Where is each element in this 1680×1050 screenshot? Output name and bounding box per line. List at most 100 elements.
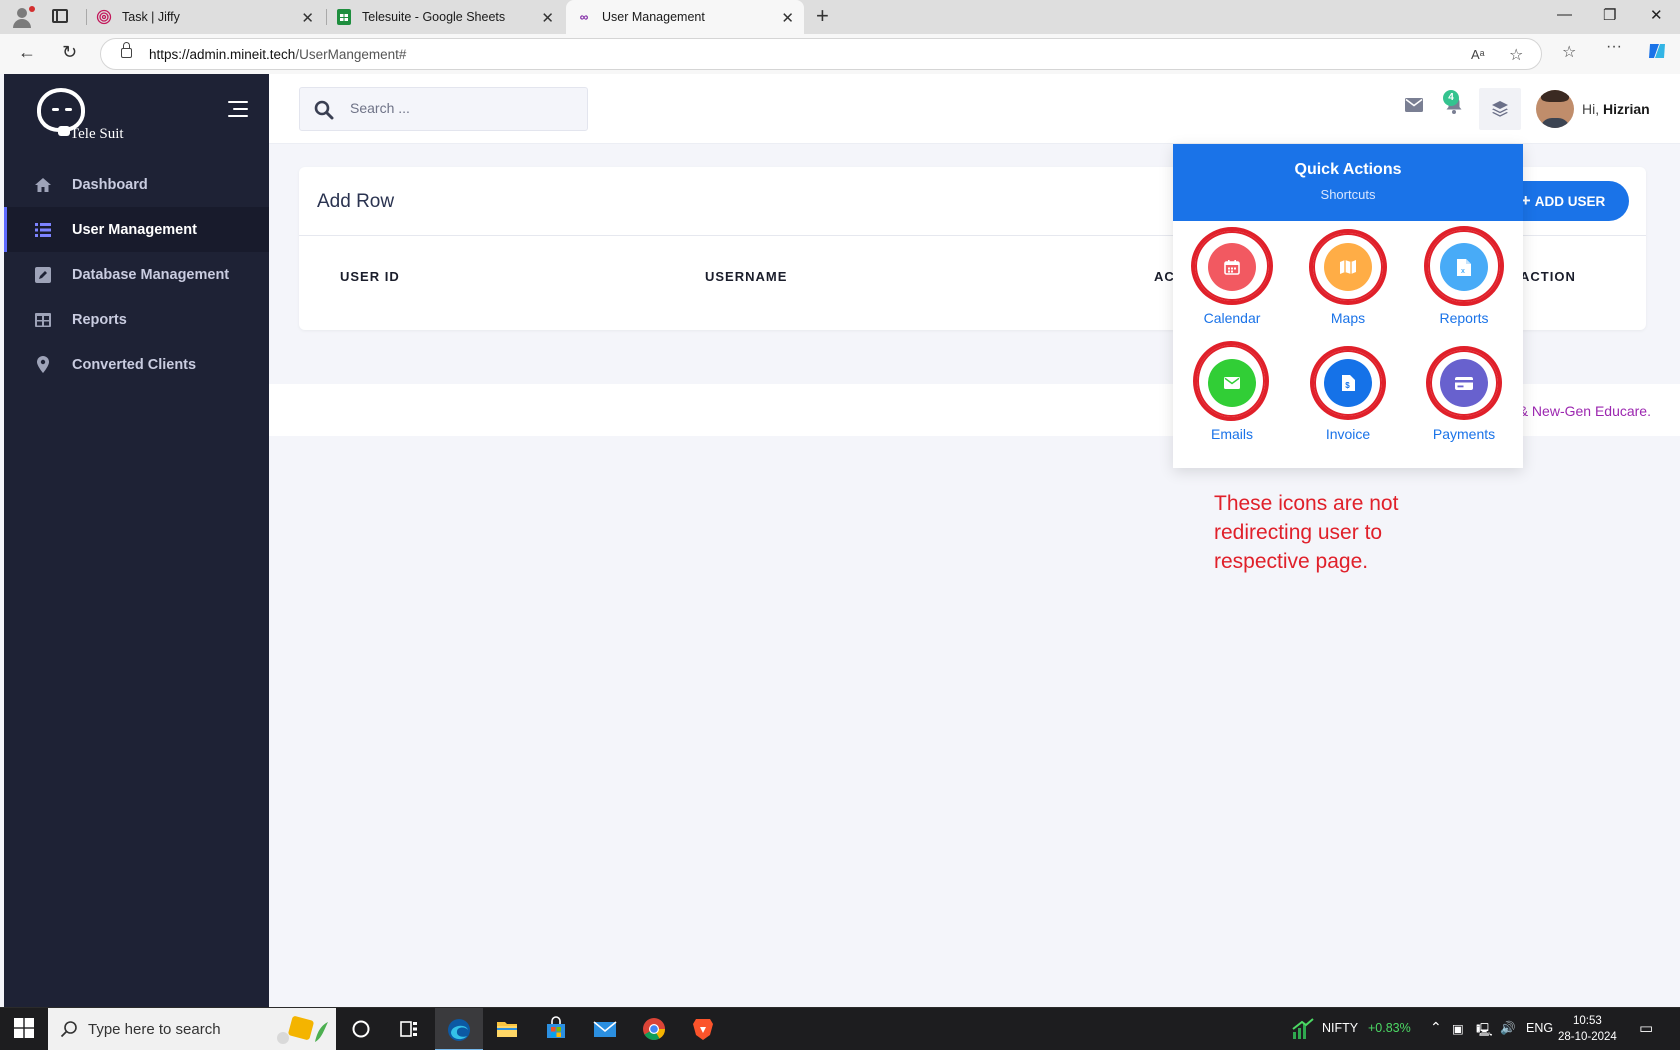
menu-toggle-icon[interactable] [228, 101, 248, 122]
sidebar-item-label: User Management [72, 221, 197, 238]
sidebar-menu: Dashboard User Management Database Manag… [4, 162, 269, 387]
browser-tab-jiffy[interactable]: Task | Jiffy ✕ [86, 0, 324, 34]
envelope-icon [1208, 359, 1256, 407]
profile-icon[interactable] [10, 5, 35, 29]
close-tab-icon[interactable]: ✕ [781, 9, 794, 27]
sidebar-item-reports[interactable]: Reports [4, 297, 269, 342]
footer-credit-link[interactable]: & New-Gen Educare. [1519, 403, 1651, 419]
google-sheets-icon [336, 9, 352, 25]
quick-action-invoice[interactable]: $ Invoice [1290, 346, 1406, 459]
sidebar-item-label: Database Management [72, 266, 230, 283]
quick-action-label: Emails [1210, 426, 1253, 442]
meet-now-icon[interactable]: ▣ [1452, 1021, 1464, 1036]
map-pin-icon [34, 356, 52, 374]
address-bar: ← ↻ https://admin.mineit.tech/UserMangem… [0, 34, 1680, 74]
chevron-up-icon[interactable]: ⌃ [1430, 1019, 1442, 1036]
url-text: https://admin.mineit.tech/UserMangement# [149, 47, 407, 62]
clock-time: 10:53 [1573, 1015, 1602, 1027]
home-icon [34, 176, 52, 194]
network-icon[interactable]: 🖳 [1476, 1021, 1493, 1042]
search-icon[interactable] [314, 100, 334, 120]
tab-title: User Management [602, 10, 705, 24]
volume-icon[interactable]: 🔊 [1500, 1021, 1516, 1036]
restore-icon[interactable]: ❐ [1603, 6, 1616, 24]
back-icon[interactable]: ← [18, 42, 36, 63]
browser-tab-sheets[interactable]: Telesuite - Google Sheets ✕ [326, 0, 564, 34]
table-icon [34, 311, 52, 329]
excel-file-icon: x [1440, 243, 1488, 291]
refresh-icon[interactable]: ↻ [62, 42, 77, 63]
favorites-icon[interactable]: ☆ [1562, 42, 1576, 62]
list-icon [34, 221, 52, 239]
taskbar-edge[interactable] [435, 1008, 483, 1050]
sidebar-item-converted-clients[interactable]: Converted Clients [4, 342, 269, 387]
quick-action-label: Invoice [1325, 426, 1371, 442]
system-clock[interactable]: 10:53 28-10-2024 [1558, 1013, 1617, 1045]
column-header-access: AC [1154, 269, 1175, 284]
clock-date: 28-10-2024 [1558, 1031, 1617, 1043]
quick-action-maps[interactable]: Maps [1290, 229, 1406, 343]
invoice-icon: $ [1324, 359, 1372, 407]
browser-tab-user-management[interactable]: ∞ User Management ✕ [566, 0, 804, 34]
chrome-icon[interactable] [641, 1016, 667, 1042]
task-view-icon[interactable] [396, 1016, 422, 1042]
taskbar-search[interactable]: Type here to search [48, 1008, 336, 1050]
quick-actions-dropdown: Quick Actions Shortcuts Calendar Maps x … [1173, 144, 1523, 468]
quick-action-calendar[interactable]: Calendar [1174, 227, 1290, 343]
envelope-icon[interactable] [1405, 98, 1423, 117]
quick-actions-button[interactable] [1479, 88, 1521, 130]
quick-action-label: Calendar [1203, 310, 1261, 326]
favorite-star-icon[interactable]: ☆ [1509, 45, 1523, 65]
quick-actions-subtitle: Shortcuts [1320, 187, 1376, 202]
close-tab-icon[interactable]: ✕ [301, 9, 314, 27]
edge-icon [448, 1019, 470, 1041]
sidebar-item-dashboard[interactable]: Dashboard [4, 162, 269, 207]
new-tab-icon[interactable]: + [816, 3, 829, 29]
read-aloud-icon[interactable]: Aᵃ [1471, 47, 1485, 62]
column-header-action: ACTION [1520, 269, 1576, 284]
avatar[interactable] [1536, 90, 1574, 128]
user-greeting[interactable]: Hi, Hizrian [1582, 101, 1650, 117]
quick-action-emails[interactable]: Emails [1174, 341, 1290, 459]
infinity-icon: ∞ [579, 10, 589, 24]
file-explorer-icon[interactable] [494, 1016, 520, 1042]
top-header: 4 Hi, Hizrian [269, 74, 1680, 144]
mail-icon[interactable] [592, 1016, 618, 1042]
sidebar: Tele Suit Dashboard User Management Data… [4, 74, 269, 1007]
minimize-icon[interactable]: — [1557, 6, 1572, 23]
svg-text:x: x [1461, 268, 1465, 275]
notification-count-badge: 4 [1443, 90, 1459, 106]
fingerprint-icon [96, 9, 112, 25]
brand-name: Tele Suit [70, 126, 124, 142]
search-input[interactable] [350, 100, 570, 116]
close-tab-icon[interactable]: ✕ [541, 9, 554, 27]
close-window-icon[interactable]: ✕ [1650, 6, 1663, 24]
tab-actions-icon[interactable] [52, 9, 68, 23]
stock-chart-icon [1290, 1016, 1316, 1042]
brave-icon[interactable] [690, 1016, 716, 1042]
credit-card-icon [1440, 359, 1488, 407]
telesuit-logo[interactable]: Tele Suit [32, 82, 142, 142]
edit-square-icon [34, 266, 52, 284]
search-icon [60, 1020, 78, 1043]
quick-action-label: Payments [1432, 426, 1496, 442]
language-indicator[interactable]: ENG [1526, 1021, 1553, 1035]
notification-center-icon[interactable]: ▭ [1639, 1019, 1653, 1037]
taskbar-search-placeholder: Type here to search [88, 1021, 221, 1038]
microsoft-store-icon[interactable] [543, 1016, 569, 1042]
copilot-icon[interactable] [1646, 40, 1668, 67]
windows-start-icon[interactable] [14, 1018, 40, 1044]
more-options-icon[interactable]: ··· [1606, 38, 1622, 56]
windows-taskbar: Type here to search NIFTY +0.83% ⌃ ▣ 🖳 🔊… [0, 1007, 1680, 1050]
sidebar-item-label: Converted Clients [72, 356, 197, 373]
sidebar-item-user-management[interactable]: User Management [4, 207, 269, 252]
quick-action-reports[interactable]: x Reports [1406, 226, 1522, 343]
sidebar-item-database-management[interactable]: Database Management [4, 252, 269, 297]
quick-action-payments[interactable]: Payments [1406, 346, 1522, 459]
cortana-icon[interactable] [348, 1016, 374, 1042]
browser-tab-strip: Task | Jiffy ✕ Telesuite - Google Sheets… [0, 0, 1680, 34]
sidebar-item-label: Dashboard [72, 176, 148, 193]
map-icon [1324, 243, 1372, 291]
url-field[interactable]: https://admin.mineit.tech/UserMangement#… [100, 38, 1542, 70]
ticker-name: NIFTY [1322, 1021, 1359, 1035]
